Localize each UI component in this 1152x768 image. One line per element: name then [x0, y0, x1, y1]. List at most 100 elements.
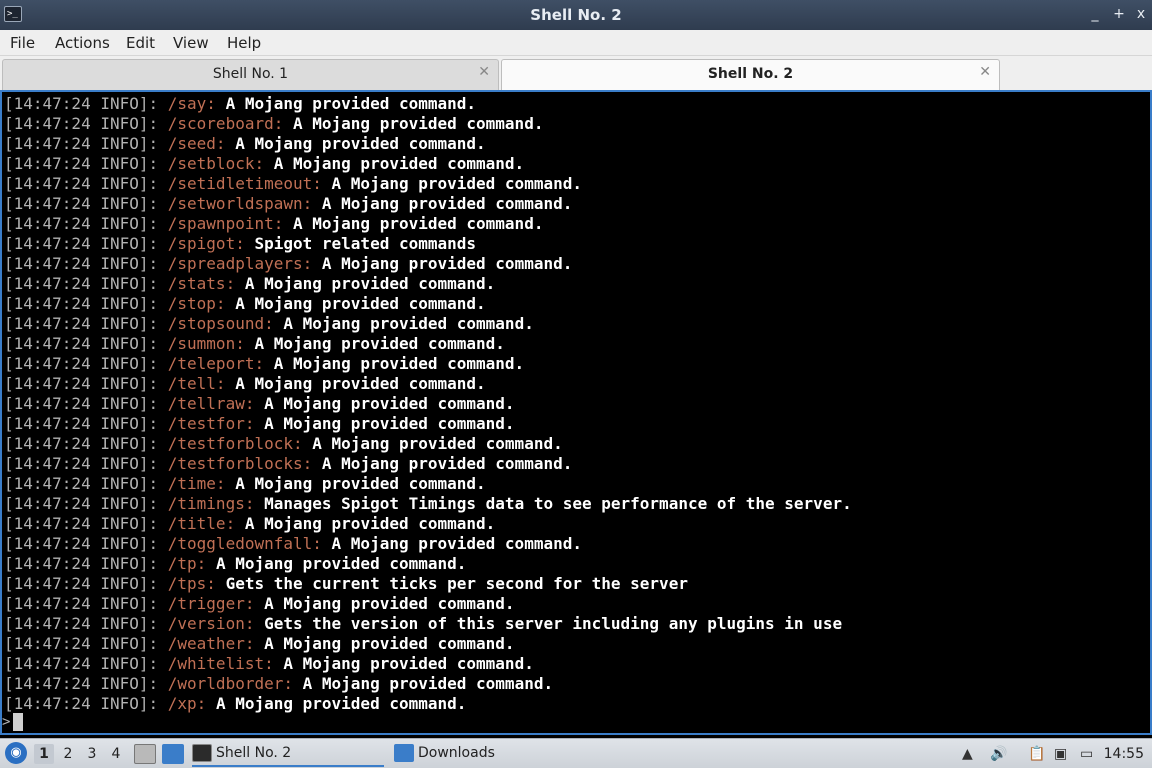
log-prefix: [14:47:24 INFO]: — [4, 574, 168, 593]
log-prefix: [14:47:24 INFO]: — [4, 414, 168, 433]
command-description: A Mojang provided command. — [235, 374, 486, 393]
log-prefix: [14:47:24 INFO]: — [4, 114, 168, 133]
command-description: A Mojang provided command. — [273, 354, 525, 373]
terminal-line: [14:47:24 INFO]: /say: A Mojang provided… — [4, 94, 852, 114]
terminal-line: [14:47:24 INFO]: /testforblocks: A Mojan… — [4, 454, 852, 474]
command-description: A Mojang provided command. — [264, 394, 515, 413]
command-description: A Mojang provided command. — [283, 654, 534, 673]
tab-close-icon[interactable]: ✕ — [979, 64, 991, 80]
terminal-line: [14:47:24 INFO]: /stop: A Mojang provide… — [4, 294, 852, 314]
desktop-launcher-icon[interactable] — [162, 744, 184, 764]
tab-shell-1[interactable]: Shell No. 1 ✕ — [2, 59, 499, 90]
menu-actions[interactable]: Actions — [55, 34, 110, 52]
log-prefix: [14:47:24 INFO]: — [4, 554, 168, 573]
terminal-line: [14:47:24 INFO]: /tell: A Mojang provide… — [4, 374, 852, 394]
log-prefix: [14:47:24 INFO]: — [4, 354, 168, 373]
workspace-1[interactable]: 1 — [34, 744, 54, 764]
menu-view[interactable]: View — [173, 34, 209, 52]
command-description: A Mojang provided command. — [254, 334, 505, 353]
command-name: /setworldspawn: — [167, 194, 313, 213]
log-prefix: [14:47:24 INFO]: — [4, 654, 168, 673]
command-description: A Mojang provided command. — [215, 694, 467, 713]
clipboard-icon[interactable]: 📋 — [1028, 744, 1045, 764]
workspace-4[interactable]: 4 — [106, 744, 126, 764]
command-description: Manages Spigot Timings data to see perfo… — [264, 494, 852, 513]
command-description: A Mojang provided command. — [293, 114, 544, 133]
log-prefix: [14:47:24 INFO]: — [4, 474, 168, 493]
command-name: /scoreboard: — [167, 114, 284, 133]
display-icon[interactable]: ▭ — [1080, 744, 1093, 764]
command-description: Gets the version of this server includin… — [264, 614, 843, 633]
command-name: /tp: — [167, 554, 207, 573]
terminal-line: [14:47:24 INFO]: /teleport: A Mojang pro… — [4, 354, 852, 374]
tab-bar: Shell No. 1 ✕ Shell No. 2 ✕ — [0, 56, 1152, 90]
terminal-line: [14:47:24 INFO]: /toggledownfall: A Moja… — [4, 534, 852, 554]
terminal-line: [14:47:24 INFO]: /worldborder: A Mojang … — [4, 674, 852, 694]
window-title: Shell No. 2 — [530, 6, 622, 24]
terminal-lines: [14:47:24 INFO]: /say: A Mojang provided… — [4, 94, 852, 714]
log-prefix: [14:47:24 INFO]: — [4, 194, 168, 213]
log-prefix: [14:47:24 INFO]: — [4, 174, 168, 193]
start-menu-icon[interactable]: ◉ — [5, 742, 27, 764]
command-name: /testfor: — [167, 414, 255, 433]
maximize-icon[interactable]: + — [1110, 5, 1128, 23]
command-name: /teleport: — [167, 354, 265, 373]
terminal-line: [14:47:24 INFO]: /testforblock: A Mojang… — [4, 434, 852, 454]
command-description: A Mojang provided command. — [235, 294, 486, 313]
log-prefix: [14:47:24 INFO]: — [4, 454, 168, 473]
command-name: /xp: — [167, 694, 207, 713]
tray-arrow-icon[interactable]: ▲ — [962, 744, 973, 764]
terminal-line: [14:47:24 INFO]: /spigot: Spigot related… — [4, 234, 852, 254]
workspace-2[interactable]: 2 — [58, 744, 78, 764]
terminal-line: [14:47:24 INFO]: /stats: A Mojang provid… — [4, 274, 852, 294]
log-prefix: [14:47:24 INFO]: — [4, 314, 168, 333]
terminal-icon — [192, 744, 212, 762]
terminal-line: [14:47:24 INFO]: /timings: Manages Spigo… — [4, 494, 852, 514]
command-name: /stop: — [167, 294, 226, 313]
menu-bar: File Actions Edit View Help — [0, 30, 1152, 56]
network-icon[interactable]: ▣ — [1054, 744, 1067, 764]
workspace-3[interactable]: 3 — [82, 744, 102, 764]
command-name: /whitelist: — [167, 654, 274, 673]
clock[interactable]: 14:55 — [1104, 744, 1144, 764]
folder-icon — [394, 744, 414, 762]
command-name: /testforblocks: — [167, 454, 313, 473]
command-description: A Mojang provided command. — [331, 174, 582, 193]
minimize-icon[interactable]: _ — [1086, 5, 1104, 23]
command-description: A Mojang provided command. — [321, 254, 573, 273]
command-name: /tellraw: — [167, 394, 255, 413]
log-prefix: [14:47:24 INFO]: — [4, 674, 168, 693]
log-prefix: [14:47:24 INFO]: — [4, 154, 168, 173]
taskbar: ◉ 1 2 3 4 Shell No. 2 Downloads ▲ 🔊 📋 ▣ … — [0, 738, 1152, 768]
file-manager-launcher-icon[interactable] — [134, 744, 156, 764]
log-prefix: [14:47:24 INFO]: — [4, 694, 168, 713]
task-downloads[interactable]: Downloads — [394, 741, 584, 767]
task-label: Shell No. 2 — [216, 745, 292, 761]
tab-shell-2[interactable]: Shell No. 2 ✕ — [501, 59, 1000, 90]
window-titlebar[interactable]: >_ Shell No. 2 _ + x — [0, 0, 1152, 30]
command-name: /seed: — [167, 134, 226, 153]
log-prefix: [14:47:24 INFO]: — [4, 434, 168, 453]
terminal-line: [14:47:24 INFO]: /summon: A Mojang provi… — [4, 334, 852, 354]
menu-help[interactable]: Help — [227, 34, 261, 52]
command-description: A Mojang provided command. — [293, 214, 544, 233]
terminal-output[interactable]: [14:47:24 INFO]: /say: A Mojang provided… — [0, 90, 1152, 735]
menu-edit[interactable]: Edit — [126, 34, 155, 52]
tab-close-icon[interactable]: ✕ — [478, 64, 490, 80]
volume-icon[interactable]: 🔊 — [990, 744, 1007, 764]
task-shell[interactable]: Shell No. 2 — [192, 741, 384, 767]
command-description: A Mojang provided command. — [264, 414, 515, 433]
close-icon[interactable]: x — [1132, 5, 1150, 23]
command-name: /spreadplayers: — [167, 254, 313, 273]
menu-file[interactable]: File — [10, 34, 35, 52]
terminal-line: [14:47:24 INFO]: /tps: Gets the current … — [4, 574, 852, 594]
command-description: A Mojang provided command. — [331, 534, 582, 553]
command-name: /time: — [167, 474, 226, 493]
command-name: /tell: — [167, 374, 226, 393]
command-name: /tps: — [167, 574, 216, 593]
log-prefix: [14:47:24 INFO]: — [4, 514, 168, 533]
command-description: A Mojang provided command. — [264, 594, 515, 613]
command-description: A Mojang provided command. — [235, 474, 486, 493]
log-prefix: [14:47:24 INFO]: — [4, 214, 168, 233]
log-prefix: [14:47:24 INFO]: — [4, 254, 168, 273]
